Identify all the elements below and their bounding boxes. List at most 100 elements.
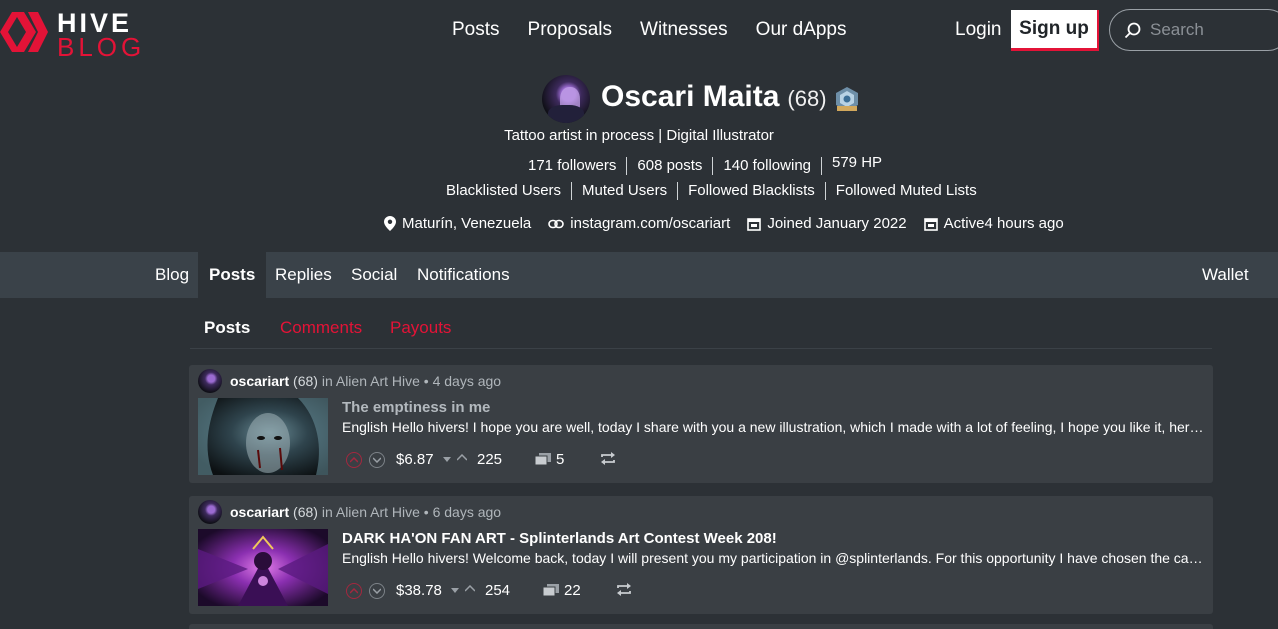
comments-icon <box>543 584 559 597</box>
post-title[interactable]: DARK HA'ON FAN ART - Splinterlands Art C… <box>342 530 777 547</box>
vote-count[interactable]: 225 <box>457 451 503 468</box>
post-header: oscariart (68) in Alien Art Hive • 4 day… <box>230 373 501 389</box>
post-header: oscariart (68) in Alien Art Hive • 6 day… <box>230 504 501 520</box>
profile-avatar <box>542 75 590 123</box>
comment-count[interactable]: 5 <box>535 451 565 468</box>
post-author[interactable]: oscariart <box>230 373 289 389</box>
profile-lists: Blacklisted Users Muted Users Followed B… <box>436 182 987 200</box>
hive-power: 579 HP <box>832 154 883 171</box>
profile-name-row: Oscari Maita (68) <box>601 80 827 114</box>
payout-dropdown-icon[interactable] <box>451 588 459 593</box>
post-community[interactable]: in Alien Art Hive <box>322 373 420 389</box>
hive-blog-logo[interactable]: HIVE BLOG <box>0 8 150 62</box>
profile-about: Tattoo artist in process | Digital Illus… <box>504 127 774 144</box>
website[interactable]: instagram.com/oscariart <box>548 215 730 232</box>
post-community[interactable]: in Alien Art Hive <box>322 504 420 520</box>
chevron-up-icon <box>350 457 358 463</box>
posts-count: 608 posts <box>627 157 714 175</box>
post-author-rep: (68) <box>293 373 318 389</box>
chevron-up-icon <box>350 588 358 594</box>
muted-users-link[interactable]: Muted Users <box>572 182 679 200</box>
chevron-down-icon <box>373 588 381 594</box>
followed-blacklists-link[interactable]: Followed Blacklists <box>678 182 826 200</box>
post-actions: $6.87 225 5 <box>346 449 666 469</box>
hive-logo-icon <box>0 12 48 52</box>
login-link[interactable]: Login <box>955 19 1002 41</box>
nav-witnesses[interactable]: Witnesses <box>640 19 728 41</box>
blacklisted-users-link[interactable]: Blacklisted Users <box>436 182 573 200</box>
comments-icon <box>535 453 551 466</box>
tab-blog[interactable]: Blog <box>144 252 200 298</box>
profile-tab-bar: Blog Posts Replies Social Notifications … <box>0 252 1278 298</box>
vote-count-text: 254 <box>485 582 511 599</box>
followed-muted-lists-link[interactable]: Followed Muted Lists <box>826 182 987 200</box>
location: Maturín, Venezuela <box>384 215 531 232</box>
profile-name: Oscari Maita <box>601 80 780 113</box>
profile-meta: Maturín, Venezuela instagram.com/oscaria… <box>384 215 1081 232</box>
main-nav: Posts Proposals Witnesses Our dApps <box>438 19 861 41</box>
nav-proposals[interactable]: Proposals <box>528 19 613 41</box>
calendar-icon <box>923 217 938 231</box>
post-author[interactable]: oscariart <box>230 504 289 520</box>
posts-subtabs: Posts Comments Payouts <box>190 310 1212 349</box>
post-thumbnail[interactable] <box>198 398 328 475</box>
post-time[interactable]: • 4 days ago <box>424 373 501 389</box>
tab-posts[interactable]: Posts <box>198 252 267 298</box>
search-box <box>1109 9 1278 51</box>
post-card: oscariart (68) in Alien Art Hive • 4 day… <box>189 365 1213 483</box>
post-payout[interactable]: $6.87 <box>396 451 434 468</box>
downvote-button[interactable] <box>369 452 385 468</box>
reblog-icon[interactable] <box>616 583 632 596</box>
affiliation-badge-icon[interactable] <box>835 86 859 112</box>
post-thumbnail[interactable] <box>198 529 328 606</box>
nav-posts[interactable]: Posts <box>452 19 500 41</box>
reblog-icon[interactable] <box>600 452 616 465</box>
upvote-button[interactable] <box>346 583 362 599</box>
comment-count-text: 22 <box>564 582 581 599</box>
nav-our-dapps[interactable]: Our dApps <box>756 19 847 41</box>
profile-reputation: (68) <box>787 86 827 111</box>
upvote-button[interactable] <box>346 452 362 468</box>
tab-wallet[interactable]: Wallet <box>1191 252 1260 298</box>
top-navbar: HIVE BLOG Posts Proposals Witnesses Our … <box>0 0 1278 64</box>
post-title[interactable]: The emptiness in me <box>342 399 490 416</box>
link-icon <box>548 219 565 228</box>
author-avatar[interactable] <box>198 500 222 524</box>
post-payout[interactable]: $38.78 <box>396 582 442 599</box>
vote-count[interactable]: 254 <box>465 582 511 599</box>
joined-date: Joined January 2022 <box>747 215 907 232</box>
post-excerpt[interactable]: English Hello hivers! I hope you are wel… <box>342 419 1204 435</box>
location-text: Maturín, Venezuela <box>402 215 532 232</box>
signup-button[interactable]: Sign up <box>1011 10 1099 51</box>
logo-word-blog: BLOG <box>57 32 146 62</box>
subtab-payouts[interactable]: Payouts <box>390 318 451 338</box>
subtab-posts[interactable]: Posts <box>204 318 250 338</box>
tab-replies[interactable]: Replies <box>264 252 343 298</box>
profile-stats: 171 followers 608 posts 140 following 57… <box>518 154 892 175</box>
location-pin-icon <box>384 216 396 231</box>
post-card: oscariart (68) in Alien Art Hive • 6 day… <box>189 496 1213 614</box>
vote-count-text: 225 <box>477 451 503 468</box>
payout-dropdown-icon[interactable] <box>443 457 451 462</box>
last-active: Active4 hours ago <box>923 215 1064 232</box>
subtab-comments[interactable]: Comments <box>280 318 362 338</box>
search-input[interactable] <box>1150 19 1278 41</box>
chevron-down-icon <box>373 457 381 463</box>
downvote-button[interactable] <box>369 583 385 599</box>
tab-notifications[interactable]: Notifications <box>406 252 521 298</box>
followers-count[interactable]: 171 followers <box>518 157 628 175</box>
tab-social[interactable]: Social <box>340 252 408 298</box>
post-author-rep: (68) <box>293 504 318 520</box>
website-link[interactable]: instagram.com/oscariart <box>570 215 730 232</box>
post-actions: $38.78 254 22 <box>346 580 666 600</box>
calendar-icon <box>747 217 762 231</box>
author-avatar[interactable] <box>198 369 222 393</box>
comment-count-text: 5 <box>556 451 565 468</box>
chevron-up-icon <box>457 454 467 461</box>
following-count[interactable]: 140 following <box>713 157 822 175</box>
post-time[interactable]: • 6 days ago <box>424 504 501 520</box>
post-excerpt[interactable]: English Hello hivers! Welcome back, toda… <box>342 550 1204 566</box>
active-text: Active4 hours ago <box>943 215 1064 232</box>
comment-count[interactable]: 22 <box>543 582 581 599</box>
search-icon <box>1124 22 1141 39</box>
